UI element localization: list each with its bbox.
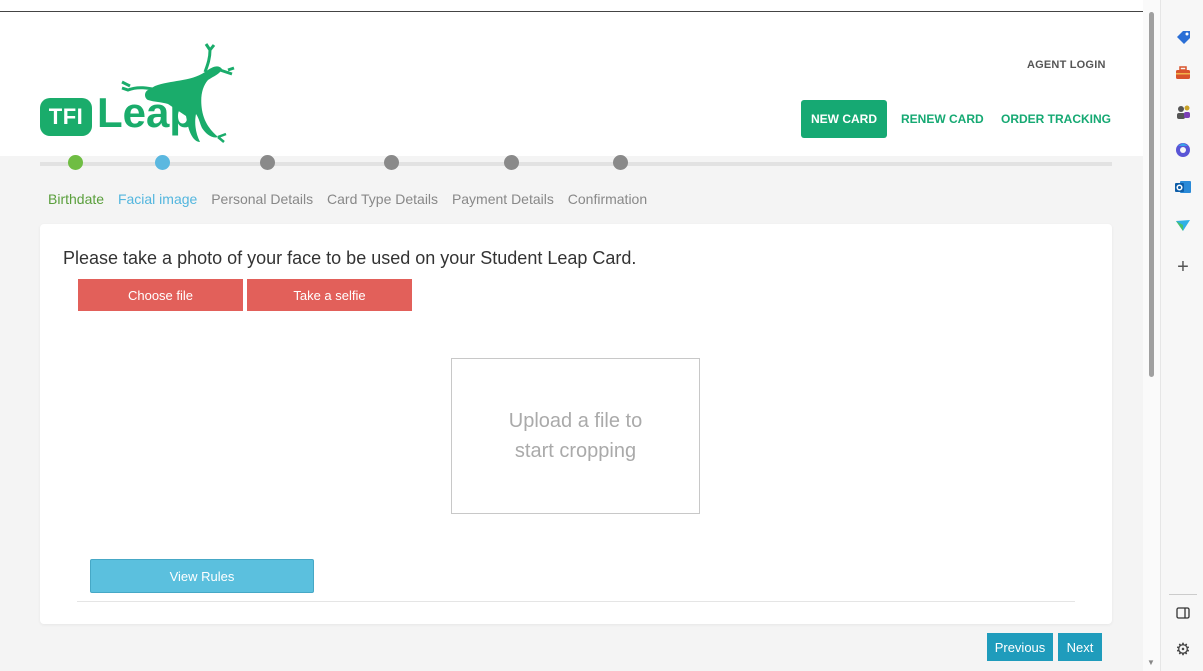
crop-area[interactable]: Upload a file to start cropping — [451, 358, 700, 514]
next-button[interactable]: Next — [1058, 633, 1102, 661]
logo-badge: TFI — [40, 98, 92, 136]
logo-wordmark: Leap — [97, 89, 196, 136]
send-icon[interactable] — [1174, 216, 1192, 234]
scroll-down-arrow-icon[interactable]: ▼ — [1147, 658, 1155, 667]
scrollbar-thumb[interactable] — [1149, 12, 1154, 377]
step-dot-card-type — [384, 155, 399, 170]
new-card-button[interactable]: NEW CARD — [801, 100, 887, 138]
order-tracking-link[interactable]: ORDER TRACKING — [1001, 112, 1111, 126]
step-label-facial-image[interactable]: Facial image — [118, 191, 197, 207]
choose-file-button[interactable]: Choose file — [78, 279, 243, 311]
renew-card-link[interactable]: RENEW CARD — [901, 112, 984, 126]
view-rules-button[interactable]: View Rules — [90, 559, 314, 593]
step-label-birthdate[interactable]: Birthdate — [48, 191, 104, 207]
card-divider — [77, 601, 1075, 602]
gear-icon[interactable]: ⚙ — [1174, 640, 1192, 659]
browser-sidebar: + ⚙ — [1160, 0, 1203, 671]
take-selfie-button[interactable]: Take a selfie — [247, 279, 412, 311]
step-dot-payment — [504, 155, 519, 170]
step-dot-facial-image — [155, 155, 170, 170]
agent-login-link[interactable]: AGENT LOGIN — [1027, 59, 1106, 71]
progress-track — [40, 162, 1112, 166]
tag-icon[interactable] — [1174, 28, 1192, 46]
step-labels: Birthdate Facial image Personal Details … — [48, 191, 657, 207]
people-icon[interactable] — [1174, 103, 1192, 121]
tfi-leap-logo[interactable]: TFI Leap — [40, 42, 240, 143]
outlook-icon[interactable] — [1174, 178, 1192, 196]
site-header: TFI Leap AGENT LOGIN NEW CARD RENEW CARD… — [0, 12, 1143, 156]
step-label-card-type-details: Card Type Details — [327, 191, 439, 207]
toolbox-icon[interactable] — [1174, 64, 1192, 82]
step-dot-birthdate — [68, 155, 83, 170]
facial-image-card: Please take a photo of your face to be u… — [40, 224, 1112, 624]
sidebar-separator — [1169, 594, 1197, 595]
plus-icon[interactable]: + — [1174, 256, 1192, 278]
previous-button[interactable]: Previous — [987, 633, 1053, 661]
step-label-personal-details: Personal Details — [211, 191, 314, 207]
instruction-text: Please take a photo of your face to be u… — [63, 248, 637, 268]
panel-icon[interactable] — [1174, 604, 1192, 622]
step-label-payment-details: Payment Details — [451, 191, 554, 207]
step-label-confirmation: Confirmation — [567, 191, 648, 207]
copilot-icon[interactable] — [1174, 141, 1192, 159]
step-dot-confirmation — [613, 155, 628, 170]
crop-placeholder-line2: start cropping — [514, 440, 637, 462]
step-dot-personal-details — [260, 155, 275, 170]
crop-placeholder-line1: Upload a file to — [508, 410, 643, 432]
page-scrollbar[interactable]: ▼ — [1143, 0, 1160, 671]
